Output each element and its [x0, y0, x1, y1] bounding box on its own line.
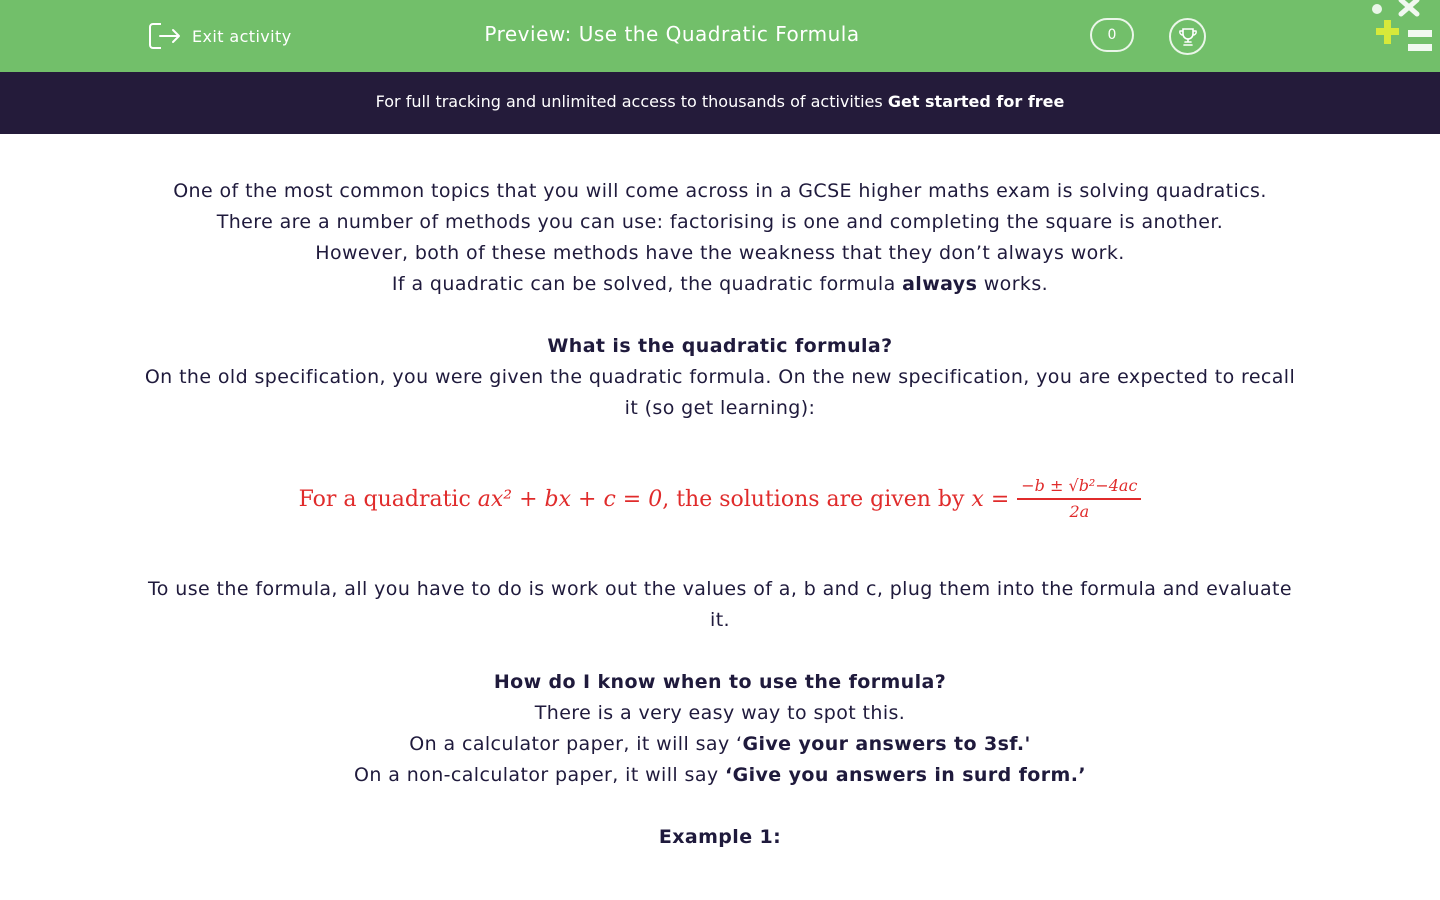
calculator-paragraph: On a calculator paper, it will say ‘Give… [140, 729, 1300, 760]
trophy-button[interactable] [1169, 18, 1206, 55]
get-started-link[interactable]: Get started for free [888, 92, 1065, 111]
formula-lhs: x = [971, 486, 1010, 512]
exit-activity-label: Exit activity [192, 26, 292, 46]
use-paragraph: To use the formula, all you have to do i… [148, 578, 1292, 631]
calculator-text: On a calculator paper, it will say ‘ [409, 733, 743, 755]
quadratic-formula: For a quadratic ax² + bx + c = 0 , the s… [140, 424, 1300, 574]
banner-text: For full tracking and unlimited access t… [375, 92, 883, 111]
formula-equation: ax² + bx + c = 0 [477, 486, 663, 512]
formula-lead: For a quadratic [298, 486, 471, 512]
heading-when-to-use: How do I know when to use the formula? [493, 671, 947, 693]
formula-fraction: −b ± √b²−4ac 2a [1017, 476, 1142, 522]
lesson-content: One of the most common topics that you w… [140, 176, 1300, 853]
formula-denominator: 2a [1069, 502, 1090, 521]
score-counter: 0 [1090, 18, 1134, 52]
easy-paragraph: There is a very easy way to spot this. [534, 702, 906, 724]
non-calculator-text: On a non-calculator paper, it will say [354, 764, 719, 786]
page-title: Preview: Use the Quadratic Formula [484, 22, 860, 46]
spec-paragraph: On the old specification, you were given… [144, 366, 1296, 419]
calculator-emphasis: Give your answers to 3sf.' [742, 733, 1031, 755]
heading-what-is-formula: What is the quadratic formula? [547, 335, 893, 357]
intro-paragraph-2: There are a number of methods you can us… [216, 211, 1224, 233]
intro-text-c: works. [983, 273, 1049, 295]
trophy-icon [1178, 27, 1197, 46]
non-calculator-emphasis: ‘Give you answers in surd form.’ [724, 764, 1086, 786]
exit-icon [149, 23, 180, 49]
intro-paragraph-1: One of the most common topics that you w… [173, 180, 1267, 202]
formula-numerator: −b ± √b²−4ac [1017, 476, 1142, 500]
intro-paragraph-4: If a quadratic can be solved, the quadra… [140, 269, 1300, 300]
intro-emphasis: always [902, 273, 978, 295]
intro-paragraph-3: However, both of these methods have the … [315, 242, 1125, 264]
exit-activity-button[interactable]: Exit activity [148, 20, 292, 52]
non-calculator-paragraph: On a non-calculator paper, it will say ‘… [140, 760, 1300, 791]
example-heading: Example 1: [658, 826, 782, 848]
formula-mid: , the solutions are given by [662, 486, 965, 512]
brand-logo [1372, 0, 1432, 51]
intro-text-a: If a quadratic can be solved, the quadra… [391, 273, 896, 295]
signup-banner: For full tracking and unlimited access t… [0, 72, 1440, 134]
top-bar: Exit activity Preview: Use the Quadratic… [0, 0, 1440, 72]
